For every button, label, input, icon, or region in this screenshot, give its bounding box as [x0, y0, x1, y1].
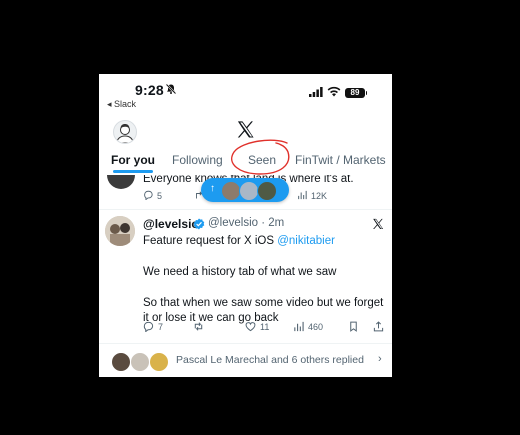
tab-fintwit-markets[interactable]: FinTwit / Markets	[295, 153, 386, 167]
new-posts-pill[interactable]: ↑	[201, 178, 289, 202]
avatar	[149, 352, 169, 372]
reply-count[interactable]: 5	[143, 190, 162, 201]
tweet-actions: 7 11 460	[143, 321, 388, 335]
reply-icon	[143, 321, 154, 332]
tweet-text: Feature request for X iOS	[143, 235, 278, 247]
like-button[interactable]: 11	[245, 321, 269, 332]
views-icon	[294, 321, 304, 332]
cell-signal-icon	[309, 87, 323, 97]
avatar	[239, 181, 259, 201]
wifi-icon	[327, 86, 341, 97]
replies-summary-row[interactable]: Pascal Le Marechal and 6 others replied …	[99, 343, 392, 377]
bookmark-icon	[350, 321, 357, 332]
bookmark-button[interactable]	[348, 321, 363, 332]
tweet-line: Feature request for X iOS @nikitabier	[143, 234, 388, 249]
avatar	[221, 181, 241, 201]
retweet-icon	[194, 322, 203, 331]
verified-badge-icon	[193, 218, 205, 230]
replies-summary-text: Pascal Le Marechal and 6 others replied	[176, 354, 364, 366]
tab-following[interactable]: Following	[172, 153, 223, 167]
like-count: 11	[260, 321, 270, 332]
hand-drawn-circle-annotation	[231, 139, 290, 175]
reply-icon	[144, 190, 153, 201]
share-button[interactable]	[373, 321, 388, 332]
tab-for-you[interactable]: For you	[111, 153, 155, 167]
status-bar: 9:28 ◂ Slack 89	[99, 74, 392, 118]
tweet[interactable]: @levelsio @levelsio · 2m Feature request…	[99, 209, 392, 343]
heart-icon	[245, 322, 256, 332]
view-count: 460	[308, 321, 324, 332]
avatar	[111, 352, 131, 372]
silent-bell-icon	[165, 83, 177, 95]
tweet-body: Feature request for X iOS @nikitabier We…	[143, 234, 388, 327]
avatar	[257, 181, 277, 201]
view-count[interactable]: 12K	[297, 190, 327, 201]
views-icon	[298, 190, 307, 200]
x-logo-icon[interactable]	[236, 120, 255, 139]
arrow-up-icon: ↑	[210, 183, 215, 194]
avatar	[107, 175, 135, 189]
profile-avatar[interactable]	[113, 120, 137, 144]
phone-screen: 9:28 ◂ Slack 89 For you Following Seen F…	[99, 74, 392, 377]
avatar	[130, 352, 150, 372]
views-button[interactable]: 460	[293, 321, 323, 332]
x-icon	[373, 218, 384, 230]
tweet-text: We need a history tab of what we saw	[143, 265, 337, 278]
retweet-button[interactable]	[193, 321, 208, 332]
share-icon	[373, 321, 384, 332]
reply-count-value: 5	[157, 191, 163, 201]
avatar[interactable]	[105, 216, 135, 246]
mention-link[interactable]: @nikitabier	[277, 235, 335, 247]
active-tab-indicator	[113, 170, 153, 173]
battery-indicator: 89	[345, 88, 367, 98]
reply-button[interactable]: 7	[143, 321, 163, 332]
author-name[interactable]: @levelsio	[143, 217, 199, 231]
reply-count: 7	[158, 321, 164, 332]
status-time: 9:28	[135, 82, 164, 98]
chevron-right-icon: ›	[378, 353, 382, 365]
author-handle-time: @levelsio · 2m	[208, 217, 285, 229]
back-to-app-link[interactable]: ◂ Slack	[107, 99, 136, 110]
view-count-value: 12K	[311, 191, 328, 201]
